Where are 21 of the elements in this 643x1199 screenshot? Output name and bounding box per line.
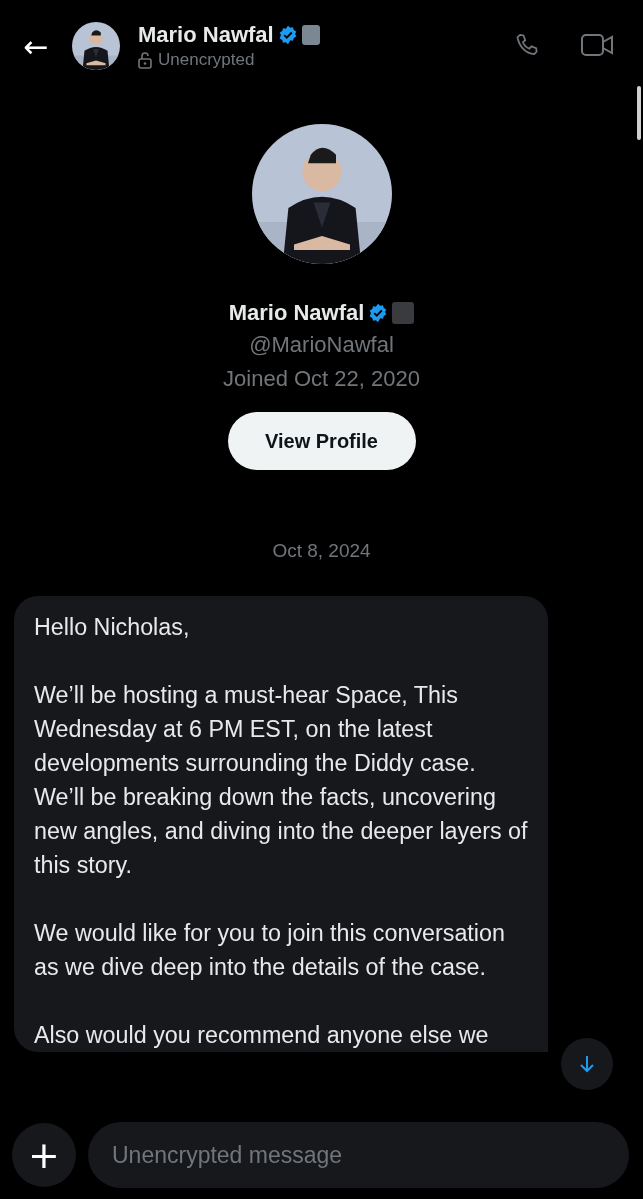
unlock-icon <box>138 51 152 69</box>
encryption-status: Unencrypted <box>158 50 255 70</box>
message-input[interactable]: Unencrypted message <box>88 1122 629 1188</box>
profile-handle: @MarioNawfal <box>249 331 394 359</box>
scroll-down-button[interactable] <box>561 1038 613 1090</box>
scrollbar[interactable] <box>637 86 641 140</box>
joined-date: Joined Oct 22, 2020 <box>223 365 420 393</box>
message-text: We would like for you to join this conversation as we dive deep into the details of the case. <box>34 919 506 982</box>
video-camera-icon[interactable] <box>581 32 613 58</box>
arrow-down-icon <box>579 1055 595 1073</box>
emoji-icon <box>392 302 415 324</box>
profile-name: Mario Nawfal <box>228 300 365 326</box>
message-text: We’ll be hosting a must-hear Space, This Wednesday at 6 PM EST, on the latest developments surrounding the Diddy case. We’ll be breaking down the facts, uncovering new angles, and diving into the deeper layers of this story. <box>34 681 528 880</box>
date-separator: Oct 8, 2024 <box>272 540 371 562</box>
view-profile-button[interactable]: View Profile <box>227 412 416 470</box>
contact-name: Mario Nawfal <box>138 22 274 48</box>
message-text: Hello Nicholas, <box>34 613 191 642</box>
avatar-emoji-icon <box>301 25 320 45</box>
add-button[interactable]: + <box>12 1123 76 1187</box>
back-button[interactable]: ← <box>20 28 52 64</box>
message-text: Also would you recommend anyone else we <box>34 1021 490 1050</box>
